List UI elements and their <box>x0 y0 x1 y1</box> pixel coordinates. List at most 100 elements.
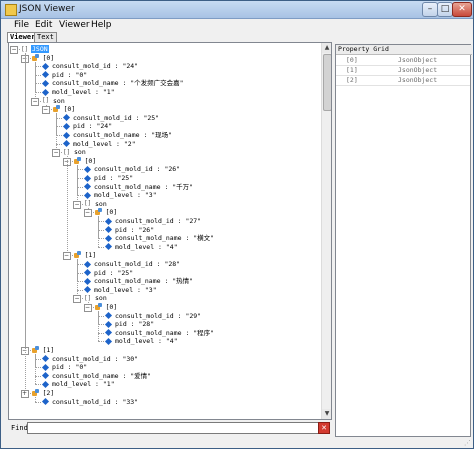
menu-help[interactable]: Help <box>91 20 112 30</box>
json-value-icon <box>41 355 50 363</box>
menu-edit[interactable]: Edit <box>35 20 52 30</box>
tree-node-label: [2] <box>42 389 55 397</box>
json-value-icon <box>83 286 92 294</box>
tree-node[interactable]: mold_level : "4" <box>104 243 179 252</box>
json-value-icon <box>41 363 50 371</box>
json-value-icon <box>104 320 113 328</box>
json-array-icon <box>42 96 50 105</box>
json-value-icon <box>62 122 71 130</box>
property-grid-title: Property Grid <box>336 45 472 55</box>
json-object-icon <box>52 105 61 113</box>
json-value-icon <box>62 140 71 148</box>
tree-node-label: mold_level : "4" <box>115 337 178 346</box>
json-value-icon <box>104 217 113 225</box>
tree-node-label: [0] <box>42 53 55 62</box>
tree-expander-collapse-icon[interactable]: − <box>73 200 81 209</box>
tab-text[interactable]: Text <box>34 32 57 42</box>
find-label: Find <box>11 424 28 432</box>
tree-node-label: consult_mold_id : "29" <box>115 311 202 320</box>
tree-connector <box>56 113 57 153</box>
tree-vertical-scrollbar[interactable]: ▲ ▼ <box>321 43 331 419</box>
tree-connector <box>35 384 41 386</box>
json-value-icon <box>83 260 92 268</box>
json-tree[interactable]: −JSON−[0]consult_mold_id : "24"pid : "0"… <box>9 43 321 419</box>
json-object-icon <box>73 251 82 259</box>
find-input[interactable] <box>27 422 322 434</box>
json-value-icon <box>83 183 92 191</box>
app-window: JSON Viewer – □ ✕ File Edit Viewer Help … <box>0 0 474 449</box>
tree-node-label: consult_mold_id : "30" <box>52 354 139 363</box>
menu-bar: File Edit Viewer Help <box>1 19 473 31</box>
json-value-icon <box>83 165 92 173</box>
property-row[interactable]: [2] JsonObject <box>336 76 470 86</box>
tree-node-label: consult_mold_id : "24" <box>52 62 139 71</box>
maximize-button[interactable]: □ <box>437 2 453 17</box>
tree-node-label: son <box>53 96 65 105</box>
tree-node-label: [0] <box>105 303 118 311</box>
tree-expander-collapse-icon[interactable]: − <box>62 252 71 261</box>
json-object-icon <box>73 156 82 165</box>
tree-expander-expand-icon[interactable]: + <box>20 390 29 398</box>
tree-connector <box>66 156 68 256</box>
tree-expander-collapse-icon[interactable]: − <box>83 209 92 218</box>
tree-connector <box>35 61 36 101</box>
status-bar: ⋰ <box>1 437 473 448</box>
tree-node-label: consult_mold_name : "个发频广交会嘉" <box>52 79 184 88</box>
json-value-icon <box>41 71 50 79</box>
tree-view-panel: −JSON−[0]consult_mold_id : "24"pid : "0"… <box>8 42 332 420</box>
scroll-down-arrow-icon[interactable]: ▼ <box>322 409 331 419</box>
json-object-icon <box>31 389 40 397</box>
tree-node-label: consult_mold_id : "26" <box>94 165 181 174</box>
tree-node[interactable]: mold_level : "4" <box>104 337 179 346</box>
property-key: [2] <box>346 76 358 84</box>
tree-expander-collapse-icon[interactable]: − <box>73 295 81 304</box>
property-value: JsonObject <box>398 66 438 74</box>
menu-file[interactable]: File <box>14 20 29 30</box>
tree-connector <box>77 164 78 204</box>
tree-connector <box>35 354 36 385</box>
menu-viewer[interactable]: Viewer <box>59 20 90 30</box>
property-value: JsonObject <box>398 76 438 84</box>
tree-expander-collapse-icon[interactable]: − <box>52 149 60 158</box>
json-value-icon <box>83 277 92 285</box>
tree-node-label: consult_mold_id : "25" <box>73 113 160 122</box>
tree-node-label: mold_level : "1" <box>52 380 115 389</box>
tree-connector <box>98 216 99 247</box>
tree-node-label: consult_mold_name : "程序" <box>115 328 215 337</box>
json-array-icon <box>21 45 29 54</box>
tree-node-label: son <box>95 294 107 303</box>
json-value-icon <box>104 329 113 337</box>
minimize-button[interactable]: – <box>422 2 438 17</box>
scroll-thumb[interactable] <box>323 54 331 111</box>
property-row[interactable]: [1] JsonObject <box>336 66 470 76</box>
title-bar[interactable]: JSON Viewer – □ ✕ <box>1 1 473 19</box>
tree-connector <box>35 397 36 402</box>
tree-expander-collapse-icon[interactable]: − <box>41 106 50 115</box>
json-value-icon <box>104 337 113 345</box>
property-row[interactable]: [0] JsonObject <box>336 56 470 66</box>
tree-expander-collapse-icon[interactable]: − <box>10 46 18 54</box>
tree-node-label: consult_mold_name : "热情" <box>94 277 194 286</box>
json-value-icon <box>83 191 92 199</box>
tree-node-label: consult_mold_id : "33" <box>52 397 139 406</box>
property-key: [1] <box>346 66 358 74</box>
tree-node-label: son <box>74 148 86 157</box>
tree-node-label: JSON <box>31 45 49 53</box>
json-value-icon <box>41 88 50 96</box>
tree-node-label: pid : "24" <box>73 122 113 131</box>
tree-node[interactable]: consult_mold_id : "33" <box>41 397 139 407</box>
resize-grip-icon[interactable]: ⋰ <box>464 439 471 447</box>
tree-node-label: pid : "0" <box>52 363 88 372</box>
close-button[interactable]: ✕ <box>452 2 472 17</box>
scroll-up-arrow-icon[interactable]: ▲ <box>322 43 331 53</box>
json-value-icon <box>104 312 113 320</box>
tree-node-label: pid : "0" <box>52 70 88 79</box>
json-value-icon <box>41 398 50 406</box>
json-array-icon <box>84 199 92 208</box>
clear-find-icon[interactable]: ✕ <box>318 422 330 434</box>
tree-node-label: [1] <box>84 251 97 260</box>
tree-expander-collapse-icon[interactable]: − <box>83 304 92 312</box>
tree-expander-collapse-icon[interactable]: − <box>31 97 39 106</box>
json-value-icon <box>41 372 50 380</box>
json-array-icon <box>63 148 71 157</box>
